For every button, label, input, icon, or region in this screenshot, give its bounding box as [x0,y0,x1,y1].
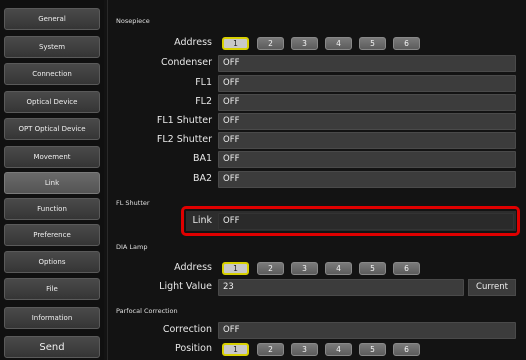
address-button-6[interactable]: 6 [393,37,420,50]
dia-address-button-2[interactable]: 2 [257,262,284,275]
light-value-label: Light Value [159,281,212,292]
current-button[interactable]: Current [468,279,516,296]
fl2-field[interactable]: OFF [218,94,516,111]
nav-opt-optical-device[interactable]: OPT Optical Device [4,118,100,140]
address-button-3[interactable]: 3 [291,37,318,50]
ba2-field[interactable]: OFF [218,171,516,188]
divider [107,0,108,360]
fl1-shutter-label: FL1 Shutter [156,115,212,126]
nav-optical-device[interactable]: Optical Device [4,91,100,113]
nav-options[interactable]: Options [4,251,100,273]
dia-address-button-1[interactable]: 1 [222,262,249,275]
fl2-label: FL2 [195,96,212,107]
position-button-1[interactable]: 1 [222,343,249,356]
position-button-4[interactable]: 4 [325,343,352,356]
nav-information[interactable]: Information [4,307,100,329]
link-field[interactable]: OFF [218,213,514,230]
nav-general[interactable]: General [4,8,100,30]
light-value-field[interactable]: 23 [218,279,464,296]
nav-link[interactable]: Link [4,172,100,194]
ba1-field[interactable]: OFF [218,151,516,168]
correction-label: Correction [162,324,212,335]
address-button-1[interactable]: 1 [222,37,249,50]
position-button-2[interactable]: 2 [257,343,284,356]
address-button-2[interactable]: 2 [257,37,284,50]
address-label: Address [174,37,212,48]
nav-connection[interactable]: Connection [4,63,100,85]
sidebar: General System Connection Optical Device… [0,0,104,360]
section-title-parfocal: Parfocal Correction [116,307,178,315]
correction-field[interactable]: OFF [218,322,516,339]
position-button-5[interactable]: 5 [359,343,386,356]
position-button-3[interactable]: 3 [291,343,318,356]
position-label: Position [175,343,212,354]
dia-address-button-3[interactable]: 3 [291,262,318,275]
link-label: Link [192,215,212,226]
condenser-label: Condenser [160,57,212,68]
fl2-shutter-field[interactable]: OFF [218,132,516,149]
ba2-label: BA2 [192,173,212,184]
position-button-6[interactable]: 6 [393,343,420,356]
address-button-5[interactable]: 5 [359,37,386,50]
fl1-shutter-field[interactable]: OFF [218,113,516,130]
section-title-fl-shutter: FL Shutter [116,199,150,207]
dia-address-button-5[interactable]: 5 [359,262,386,275]
ba1-label: BA1 [192,153,212,164]
nav-preference[interactable]: Preference [4,224,100,246]
nav-movement[interactable]: Movement [4,146,100,168]
section-title-nosepiece: Nosepiece [116,17,150,25]
fl1-label: FL1 [195,77,212,88]
nav-function[interactable]: Function [4,198,100,220]
dia-address-button-4[interactable]: 4 [325,262,352,275]
address-button-4[interactable]: 4 [325,37,352,50]
section-title-dia-lamp: DIA Lamp [116,243,148,251]
condenser-field[interactable]: OFF [218,55,516,72]
nav-file[interactable]: File [4,278,100,300]
fl2-shutter-label: FL2 Shutter [156,134,212,145]
fl1-field[interactable]: OFF [218,75,516,92]
send-button[interactable]: Send [4,336,100,358]
dia-address-label: Address [174,262,212,273]
dia-address-button-6[interactable]: 6 [393,262,420,275]
nav-system[interactable]: System [4,36,100,58]
